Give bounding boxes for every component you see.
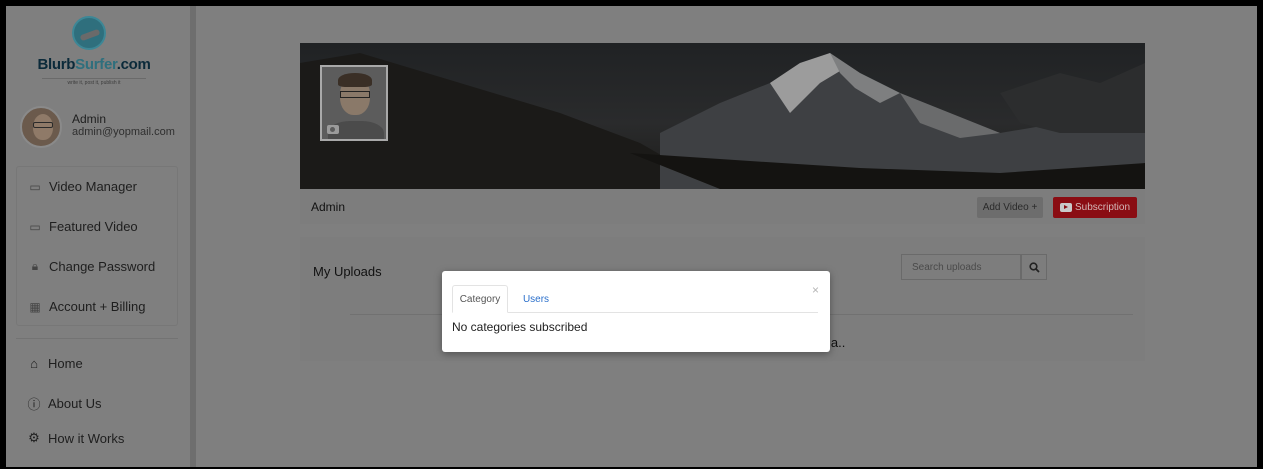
nav-item-label: Home <box>48 356 83 371</box>
modal-message: No categories subscribed <box>452 320 588 334</box>
sidebar-menu: ▭ Video Manager ▭ Featured Video 🔒︎ Chan… <box>16 166 178 326</box>
uploads-title: My Uploads <box>313 264 382 279</box>
sidebar-divider <box>16 338 178 339</box>
logo-accent: Surfer <box>75 56 117 73</box>
sidebar-item-label: Change Password <box>49 259 156 274</box>
info-icon: ⓘ <box>27 397 41 412</box>
add-video-button[interactable]: Add Video + <box>977 197 1043 218</box>
film-icon: ▭ <box>29 179 41 194</box>
play-icon <box>1059 203 1072 212</box>
nav-item-home[interactable]: ⌂ Home <box>26 356 83 371</box>
sidebar-item-video-manager[interactable]: ▭ Video Manager <box>27 179 137 194</box>
logo-text: BlurbSurfer.com <box>32 56 156 73</box>
channel-name: Admin <box>311 200 346 214</box>
search-icon <box>1028 261 1040 273</box>
sidebar: BlurbSurfer.com write it, post it, publi… <box>6 6 189 467</box>
globe-surfer-icon <box>72 16 106 50</box>
sidebar-item-account-billing[interactable]: ▦ Account + Billing <box>27 299 145 314</box>
sidebar-item-featured-video[interactable]: ▭ Featured Video <box>27 219 138 234</box>
film-icon: ▭ <box>29 219 41 234</box>
avatar <box>20 106 62 148</box>
channel-banner <box>300 43 1145 189</box>
lock-icon: 🔒︎ <box>31 259 39 273</box>
mountain-landscape <box>300 53 1145 189</box>
logo-main: Blurb <box>37 56 76 73</box>
channel-avatar[interactable] <box>320 65 388 141</box>
app-frame: BlurbSurfer.com write it, post it, publi… <box>6 6 1257 467</box>
nav-item-label: About Us <box>48 396 102 411</box>
nav-item-how-it-works[interactable]: ⚙ How it Works <box>26 430 124 446</box>
sidebar-item-label: Video Manager <box>49 179 137 194</box>
gears-icon: ⚙ <box>28 430 40 445</box>
sidebar-scrollbar[interactable] <box>190 6 196 467</box>
search-uploads-input[interactable] <box>901 254 1021 280</box>
tab-users[interactable]: Users <box>518 285 554 313</box>
user-profile: Admin admin@yopmail.com <box>16 102 186 162</box>
brand-logo[interactable]: BlurbSurfer.com write it, post it, publi… <box>32 16 152 94</box>
billing-icon: ▦ <box>29 299 41 314</box>
nav-item-label: How it Works <box>48 430 125 446</box>
sidebar-item-change-password[interactable]: 🔒︎ Change Password <box>27 259 155 274</box>
subscription-modal: × Category Users No categories subscribe… <box>442 271 830 352</box>
profile-email: admin@yopmail.com <box>72 126 175 138</box>
channel-bar: Admin Add Video + Subscription <box>300 189 1145 224</box>
home-icon: ⌂ <box>30 356 38 371</box>
logo-suffix: .com <box>116 56 151 73</box>
subscription-button[interactable]: Subscription <box>1053 197 1137 218</box>
search-button[interactable] <box>1021 254 1047 280</box>
sidebar-item-label: Featured Video <box>49 219 138 234</box>
modal-tabs: Category Users <box>452 285 818 313</box>
uploads-partial-text: ia.. <box>828 335 846 350</box>
camera-icon[interactable] <box>327 125 339 134</box>
nav-item-about-us[interactable]: ⓘ About Us <box>26 394 101 413</box>
tab-category[interactable]: Category <box>452 285 508 313</box>
profile-name: Admin <box>72 112 107 126</box>
logo-tagline: write it, post it, publish it <box>42 78 146 86</box>
subscription-label: Subscription <box>1074 202 1131 213</box>
sidebar-item-label: Account + Billing <box>49 299 146 314</box>
